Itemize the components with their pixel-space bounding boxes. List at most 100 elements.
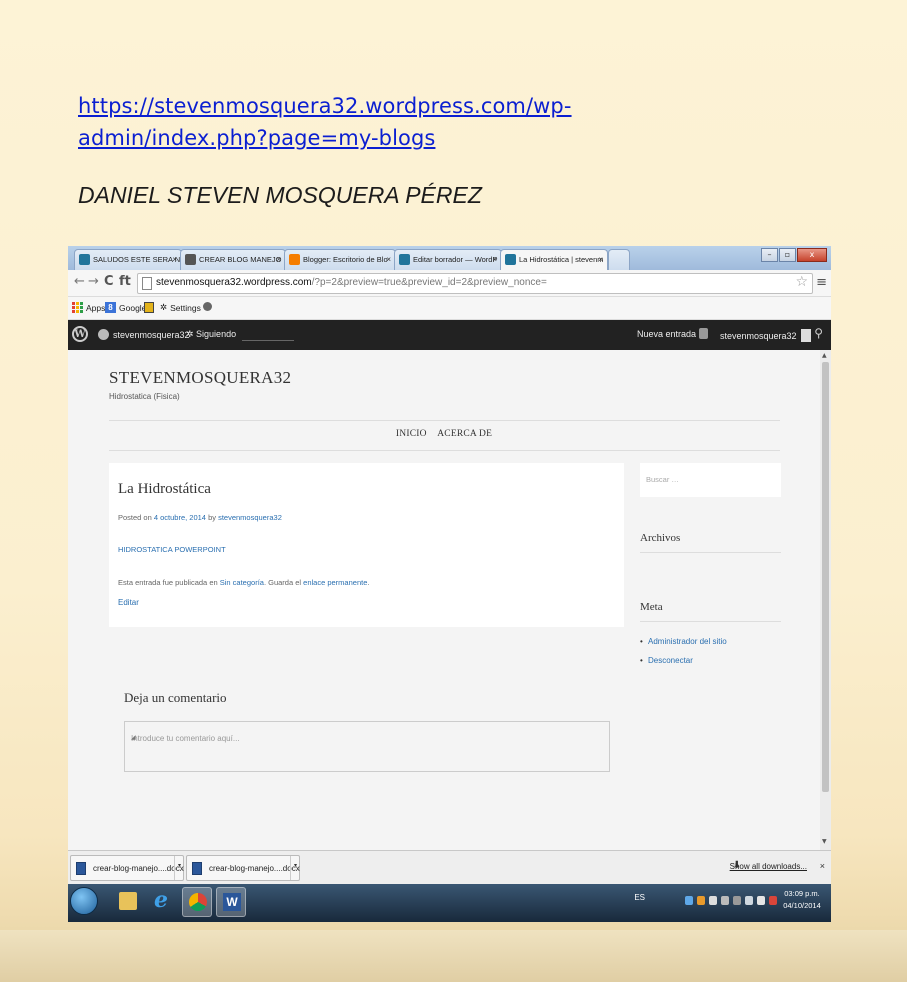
bookmark-google[interactable]: 8 Google: [105, 302, 146, 313]
tab-label: Blogger: Escritorio de Blo: [303, 255, 388, 264]
page-scrollbar[interactable]: ▲ ▼: [820, 350, 831, 850]
address-bar[interactable]: stevenmosquera32.wordpress.com/?p=2&prev…: [137, 273, 813, 294]
resize-grip-icon[interactable]: ◢: [131, 734, 605, 769]
post-date-link[interactable]: 4 octubre, 2014: [154, 513, 206, 522]
scroll-down-icon[interactable]: ▼: [822, 838, 827, 845]
logout-link[interactable]: Desconectar: [640, 656, 693, 665]
globe-icon: [98, 329, 109, 340]
wordpress-logo-icon[interactable]: W: [72, 326, 88, 342]
new-tab-button[interactable]: [608, 249, 630, 270]
close-icon[interactable]: ×: [820, 861, 825, 871]
menu-item-inicio[interactable]: INICIO: [396, 429, 427, 439]
menu-item-acerca-de[interactable]: ACERCA DE: [437, 429, 492, 439]
tab-blogger[interactable]: Blogger: Escritorio de Blo ×: [284, 249, 396, 270]
show-all-downloads-link[interactable]: Show all downloads...: [730, 862, 807, 871]
bookmark-apps[interactable]: Apps: [72, 302, 105, 313]
taskbar-chrome[interactable]: [182, 887, 212, 917]
avatar: [800, 329, 811, 342]
category-link[interactable]: Sin categoría: [220, 578, 264, 587]
download-filename: crear-blog-manejo....docx: [93, 864, 184, 873]
gear-icon: ✲: [186, 329, 197, 339]
scroll-thumb[interactable]: [822, 362, 829, 792]
word-doc-icon: [76, 862, 86, 875]
bookmark-star-icon[interactable]: ☆: [795, 274, 808, 290]
chrome-menu-icon[interactable]: ≡: [816, 275, 827, 290]
bookmark-folder[interactable]: [144, 302, 154, 313]
notifications-icon[interactable]: [699, 328, 708, 341]
language-indicator[interactable]: ES: [634, 893, 645, 902]
tray-icons: [685, 896, 777, 905]
bookmark-settings[interactable]: ✲ Settings: [160, 302, 201, 313]
taskbar-internet-explorer[interactable]: e: [148, 887, 178, 917]
tab-close-icon[interactable]: ×: [386, 250, 391, 269]
volume-icon[interactable]: [757, 896, 765, 905]
tab-saludos[interactable]: SALUDOS ESTE SERA NUE ×: [74, 249, 182, 270]
tab-crear-blog[interactable]: CREAR BLOG MANEJO SLI ×: [180, 249, 286, 270]
minimize-button[interactable]: –: [761, 248, 778, 262]
maximize-button[interactable]: ▫: [779, 248, 796, 262]
google-icon: 8: [105, 302, 116, 313]
divider: [640, 552, 781, 553]
search-input[interactable]: Buscar …: [640, 463, 781, 497]
flag-icon[interactable]: [769, 896, 777, 905]
wp-admin-bar: W stevenmosquera32 ✲ Siguiendo Nueva ent…: [68, 320, 831, 350]
tab-editar-borrador[interactable]: Editar borrador — WordP ×: [394, 249, 502, 270]
tray-app-icon[interactable]: [697, 896, 705, 905]
tab-label: CREAR BLOG MANEJO SLI: [199, 255, 286, 264]
network-icon[interactable]: [745, 896, 753, 905]
following-link[interactable]: ✲ Siguiendo: [186, 329, 236, 340]
edit-link[interactable]: Editar: [118, 598, 139, 607]
tab-label: SALUDOS ESTE SERA NUE: [93, 255, 182, 264]
post-meta: Posted on 4 octubre, 2014 by stevenmosqu…: [118, 513, 282, 522]
home-icon[interactable]: ft: [119, 274, 131, 289]
post-author-link[interactable]: stevenmosquera32: [218, 513, 282, 522]
clock[interactable]: 03:09 p.m. 04/10/2014: [779, 888, 825, 912]
comment-textarea[interactable]: Introduce tu comentario aquí... ◢: [124, 721, 610, 772]
bookmarks-bar: Apps 8 Google ✲ Settings: [68, 297, 831, 320]
windows-taskbar: e W ES 03:09 p.m. 04/10/2014: [68, 884, 831, 922]
tab-la-hidrostatica[interactable]: La Hidrostática | stevenm ×: [500, 249, 608, 270]
start-button[interactable]: [70, 887, 98, 915]
chrome-icon: [189, 893, 207, 911]
chevron-down-icon[interactable]: ▾: [290, 856, 300, 880]
permalink-link[interactable]: enlace permanente: [303, 578, 367, 587]
search-icon[interactable]: ⚲: [814, 326, 823, 340]
tray-app-icon[interactable]: [733, 896, 741, 905]
folder-icon: [119, 892, 137, 910]
tray-app-icon[interactable]: [709, 896, 717, 905]
tab-close-icon[interactable]: ×: [492, 250, 497, 269]
taskbar-explorer[interactable]: [113, 887, 143, 917]
gear-icon: ✲: [160, 302, 168, 312]
downloads-bar: crear-blog-manejo....docx ▾ crear-blog-m…: [68, 850, 831, 884]
taskbar-word[interactable]: W: [216, 887, 246, 917]
bluetooth-icon[interactable]: [685, 896, 693, 905]
back-arrow-icon[interactable]: ←: [74, 274, 85, 289]
download-item[interactable]: crear-blog-manejo....docx ▾: [70, 855, 184, 881]
reload-icon[interactable]: C: [104, 274, 114, 289]
chevron-down-icon[interactable]: ▾: [174, 856, 184, 880]
bookmark-label: Settings: [170, 302, 201, 313]
site-admin-link[interactable]: Administrador del sitio: [640, 637, 727, 646]
forward-arrow-icon[interactable]: →: [88, 274, 99, 289]
blog-page: STEVENMOSQUERA32 Hidrostatica (Fisica) I…: [68, 350, 820, 850]
author-name: DANIEL STEVEN MOSQUERA PÉREZ: [78, 182, 482, 208]
wordpress-favicon-icon: [505, 254, 516, 265]
admin-search-field[interactable]: [242, 340, 294, 341]
new-post-link[interactable]: Nueva entrada: [637, 329, 696, 339]
tab-close-icon[interactable]: ×: [276, 250, 281, 269]
tray-app-icon[interactable]: [721, 896, 729, 905]
my-sites-link[interactable]: stevenmosquera32: [98, 329, 190, 340]
close-window-button[interactable]: x: [797, 248, 827, 262]
tab-label: La Hidrostática | stevenm: [519, 255, 604, 264]
site-title[interactable]: STEVENMOSQUERA32: [109, 368, 291, 388]
user-menu[interactable]: stevenmosquera32: [720, 329, 811, 342]
bookmark-extra[interactable]: [203, 302, 212, 311]
download-item[interactable]: crear-blog-manejo....docx ▾: [186, 855, 300, 881]
scroll-up-icon[interactable]: ▲: [822, 352, 827, 359]
divider: [109, 450, 780, 451]
powerpoint-link[interactable]: HIDROSTATICA POWERPOINT: [118, 545, 226, 554]
tab-close-icon[interactable]: ×: [172, 250, 177, 269]
blog-admin-link[interactable]: https://stevenmosquera32.wordpress.com/w…: [78, 90, 598, 154]
tab-close-icon[interactable]: ×: [598, 250, 603, 269]
page-icon: [142, 277, 152, 290]
